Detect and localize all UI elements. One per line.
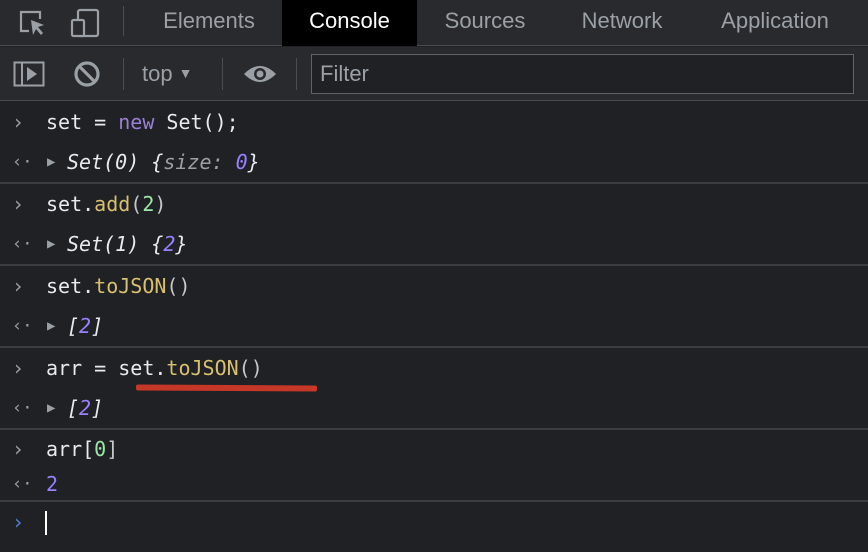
result-value: 2 <box>46 472 59 496</box>
input-prompt-icon: › <box>12 437 25 461</box>
sidebar-toggle-icon[interactable] <box>13 47 45 101</box>
tab-sources[interactable]: Sources <box>430 0 540 46</box>
console-entry: › set.toJSON() ‹· ▶ [2] <box>0 266 868 348</box>
input-code: arr = set.toJSON() <box>46 356 263 380</box>
input-code: set.toJSON() <box>46 274 191 298</box>
tab-network[interactable]: Network <box>570 0 674 46</box>
input-line: › arr[0] <box>0 430 868 468</box>
context-selector[interactable]: top ▼ <box>142 47 192 101</box>
input-prompt-icon: › <box>12 356 25 380</box>
separator <box>123 58 124 90</box>
return-arrow-icon: ‹· <box>12 398 33 418</box>
result-line: ‹· 2 <box>0 468 868 500</box>
result-line: ‹· ▶ Set(0) {size: 0} <box>0 142 868 182</box>
input-code: set = new Set(); <box>46 110 239 134</box>
live-expression-eye-icon[interactable] <box>242 47 278 101</box>
input-line: › set = new Set(); <box>0 102 868 142</box>
filter-input[interactable] <box>311 54 854 94</box>
console-entry: › set = new Set(); ‹· ▶ Set(0) {size: 0} <box>0 102 868 184</box>
console-log: › set = new Set(); ‹· ▶ Set(0) {size: 0}… <box>0 102 868 542</box>
input-prompt-icon: › <box>12 274 25 298</box>
text-cursor <box>45 511 47 535</box>
inspect-element-icon[interactable] <box>16 0 48 46</box>
result-object[interactable]: Set(1) {2} <box>67 224 187 264</box>
input-prompt-icon: › <box>12 110 25 134</box>
input-line: › set.add(2) <box>0 184 868 224</box>
result-line: ‹· ▶ Set(1) {2} <box>0 224 868 264</box>
expand-triangle-icon[interactable]: ▶ <box>47 142 55 182</box>
tab-elements[interactable]: Elements <box>144 0 274 46</box>
expand-triangle-icon[interactable]: ▶ <box>47 306 55 346</box>
input-line: › set.toJSON() <box>0 266 868 306</box>
clear-console-icon[interactable] <box>72 47 102 101</box>
console-entry: › set.add(2) ‹· ▶ Set(1) {2} <box>0 184 868 266</box>
result-line: ‹· ▶ [2] <box>0 306 868 346</box>
return-arrow-icon: ‹· <box>12 316 33 336</box>
result-array[interactable]: [2] <box>67 388 103 428</box>
dropdown-caret-icon: ▼ <box>178 65 193 81</box>
annotation-underline <box>136 384 317 392</box>
devtools-tab-bar: Elements Console Sources Network Applica… <box>0 0 868 46</box>
result-object[interactable]: Set(0) {size: 0} <box>67 142 260 182</box>
console-prompt[interactable]: › <box>0 502 868 542</box>
separator <box>222 58 223 90</box>
expand-triangle-icon[interactable]: ▶ <box>47 388 55 428</box>
result-array[interactable]: [2] <box>67 306 103 346</box>
input-code: set.add(2) <box>46 192 167 216</box>
return-arrow-icon: ‹· <box>12 234 33 254</box>
separator <box>123 6 124 36</box>
return-arrow-icon: ‹· <box>12 152 33 172</box>
separator <box>296 58 297 90</box>
expand-triangle-icon[interactable]: ▶ <box>47 224 55 264</box>
return-arrow-icon: ‹· <box>12 474 33 494</box>
input-prompt-icon: › <box>12 192 25 216</box>
result-line: ‹· ▶ [2] <box>0 388 868 428</box>
tab-console[interactable]: Console <box>282 0 417 46</box>
input-line: › arr = set.toJSON() <box>0 348 868 388</box>
console-toolbar: top ▼ <box>0 47 868 101</box>
active-prompt-icon: › <box>12 510 25 534</box>
input-code: arr[0] <box>46 437 119 461</box>
device-toolbar-icon[interactable] <box>68 0 102 46</box>
console-entry: › arr = set.toJSON() ‹· ▶ [2] <box>0 348 868 430</box>
console-entry: › arr[0] ‹· 2 <box>0 430 868 502</box>
tab-application[interactable]: Application <box>710 0 840 46</box>
context-label: top <box>142 61 173 86</box>
